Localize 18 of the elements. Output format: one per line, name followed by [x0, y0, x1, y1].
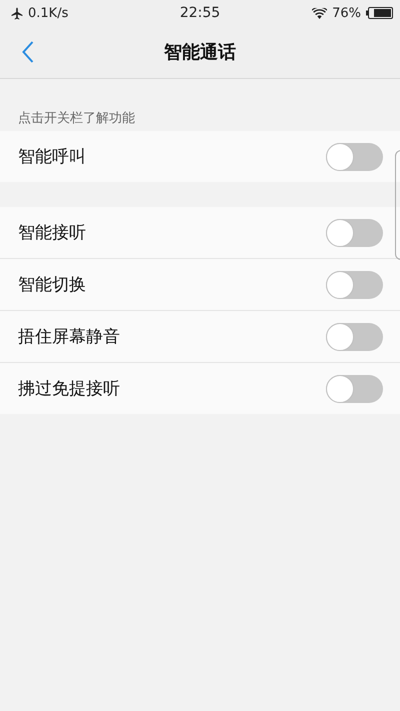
setting-label: 捂住屏幕静音	[18, 326, 120, 348]
setting-label: 智能接听	[18, 222, 86, 244]
battery-icon	[366, 7, 393, 19]
battery-percent: 76%	[332, 6, 361, 20]
setting-label: 智能切换	[18, 274, 86, 296]
setting-label: 拂过免提接听	[18, 378, 120, 400]
wifi-icon	[312, 8, 328, 18]
toggle-switch[interactable]	[326, 374, 383, 402]
toggle-switch[interactable]	[326, 322, 383, 350]
toggle-switch[interactable]	[326, 218, 383, 246]
clock: 22:55	[180, 5, 220, 21]
toggle-switch[interactable]	[326, 270, 383, 298]
network-speed: 0.1K/s	[28, 6, 68, 20]
airplane-icon	[11, 6, 23, 20]
setting-label: 智能呼叫	[18, 146, 86, 168]
section-header: 点击开关栏了解功能	[17, 110, 136, 128]
page-title: 智能通话	[164, 41, 236, 64]
toggle-switch[interactable]	[326, 142, 383, 170]
